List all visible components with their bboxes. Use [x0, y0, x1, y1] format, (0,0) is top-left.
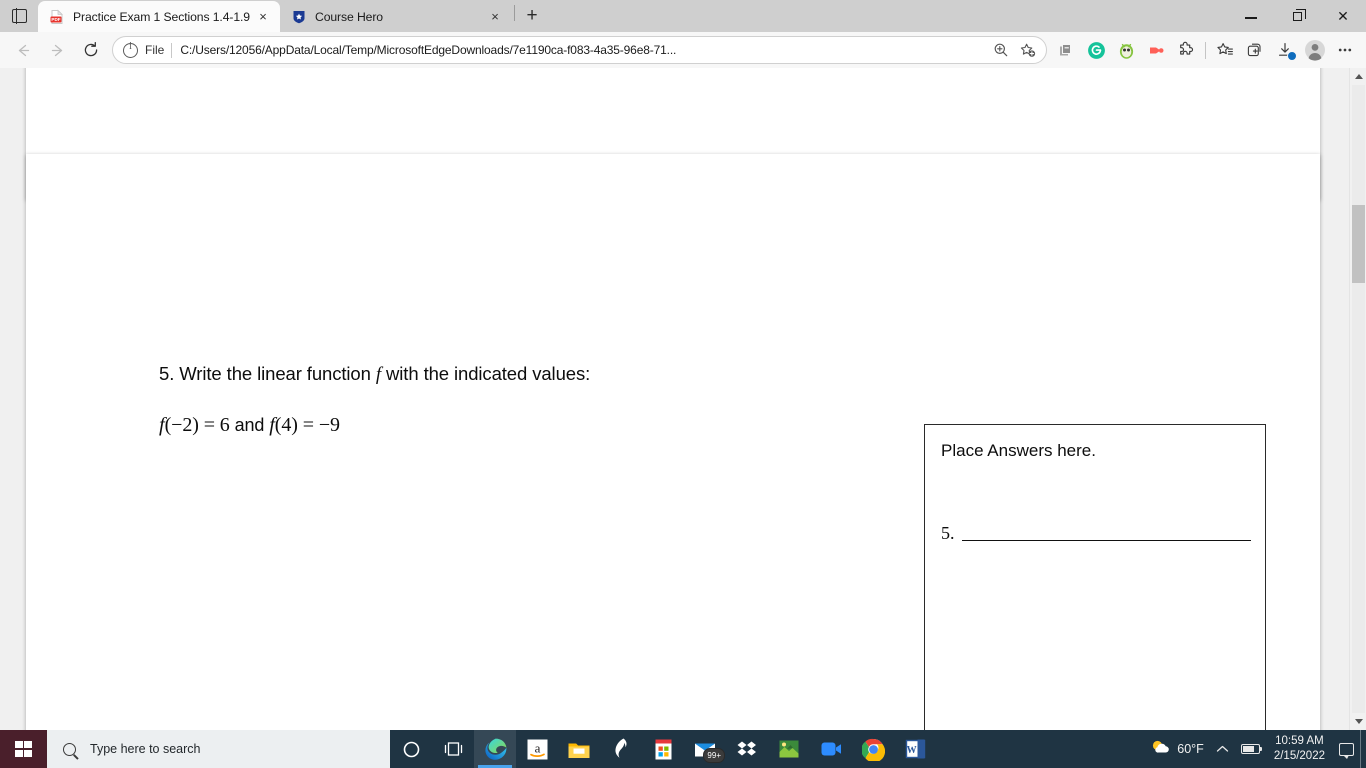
- equation-conjunction: and: [234, 415, 265, 435]
- weather-widget[interactable]: 60°F: [1144, 730, 1210, 768]
- cortana-icon[interactable]: [390, 730, 432, 768]
- close-button[interactable]: ✕: [1320, 0, 1366, 32]
- new-tab-button[interactable]: +: [517, 1, 547, 31]
- file-explorer-icon[interactable]: [558, 730, 600, 768]
- tab-title: Course Hero: [315, 9, 383, 24]
- tab-search-icon[interactable]: [0, 0, 38, 32]
- downloads-icon[interactable]: [1270, 35, 1300, 65]
- info-circle-icon[interactable]: [123, 41, 138, 58]
- grammarly-extension-icon[interactable]: [1081, 35, 1111, 65]
- pdf-viewer-content[interactable]: 5. Write the linear function f with the …: [0, 68, 1366, 730]
- pdf-page-current: 5. Write the linear function f with the …: [26, 154, 1320, 730]
- question-equation: f(−2) = 6 and f(4) = −9: [159, 414, 340, 437]
- course-hero-shield-icon: [291, 9, 307, 25]
- mail-icon[interactable]: 99+: [684, 730, 726, 768]
- tab-course-hero[interactable]: Course Hero ×: [280, 1, 512, 32]
- extension-play-icon[interactable]: [1141, 35, 1171, 65]
- photos-app-icon[interactable]: [768, 730, 810, 768]
- scrollbar-track[interactable]: [1352, 85, 1365, 713]
- lightning-app-icon[interactable]: [600, 730, 642, 768]
- tab-practice-exam[interactable]: PDF Practice Exam 1 Sections 1.4-1.9 ×: [38, 1, 280, 32]
- chrome-icon[interactable]: [852, 730, 894, 768]
- extension-avatar-icon[interactable]: [1111, 35, 1141, 65]
- amazon-icon[interactable]: a: [516, 730, 558, 768]
- task-view-icon[interactable]: [432, 730, 474, 768]
- tab-divider: [514, 5, 515, 21]
- tab-close-icon[interactable]: ×: [252, 6, 274, 28]
- collections-icon[interactable]: [1240, 35, 1270, 65]
- show-desktop-button[interactable]: [1360, 730, 1366, 768]
- weather-partly-sunny-icon: [1150, 738, 1171, 760]
- scroll-up-arrow[interactable]: [1350, 68, 1366, 85]
- pdf-file-icon: PDF: [49, 9, 65, 25]
- dropbox-icon[interactable]: [726, 730, 768, 768]
- system-tray: 60°F 10:59 AM 2/15/2022: [1144, 730, 1366, 768]
- answer-row-label: 5.: [941, 523, 955, 543]
- taskbar-search-input[interactable]: Type here to search: [47, 730, 390, 768]
- clock-date: 2/15/2022: [1273, 750, 1325, 762]
- scroll-thumb[interactable]: [1352, 205, 1365, 283]
- zoom-in-icon[interactable]: [988, 42, 1014, 58]
- weather-temperature: 60°F: [1177, 742, 1204, 756]
- word-icon[interactable]: W: [894, 730, 936, 768]
- reload-icon[interactable]: [74, 35, 108, 65]
- forward-arrow-icon[interactable]: [40, 35, 74, 65]
- add-favorite-star-icon[interactable]: [1014, 42, 1040, 59]
- back-arrow-icon[interactable]: [6, 35, 40, 65]
- windows-start-icon[interactable]: [0, 730, 47, 768]
- notification-icon[interactable]: [1333, 730, 1360, 768]
- question-prompt-after: with the indicated values:: [386, 363, 591, 384]
- taskbar-clock[interactable]: 10:59 AM 2/15/2022: [1266, 734, 1333, 763]
- battery-icon[interactable]: [1235, 730, 1266, 768]
- settings-more-icon[interactable]: [1330, 35, 1360, 65]
- scroll-down-arrow[interactable]: [1350, 713, 1366, 730]
- profile-avatar-icon[interactable]: [1300, 35, 1330, 65]
- svg-text:W: W: [906, 745, 916, 756]
- windows-taskbar: Type here to search a 99+ W 60°F 10:59 A…: [0, 730, 1366, 768]
- address-bar[interactable]: File C:/Users/12056/AppData/Local/Temp/M…: [112, 36, 1047, 64]
- minimize-button[interactable]: [1228, 0, 1274, 32]
- collections-stack-icon[interactable]: [1051, 35, 1081, 65]
- navigation-bar: File C:/Users/12056/AppData/Local/Temp/M…: [0, 32, 1366, 68]
- browser-window: PDF Practice Exam 1 Sections 1.4-1.9 × C…: [0, 0, 1366, 730]
- question-prompt-before: Write the linear function: [179, 363, 371, 384]
- search-icon: [63, 742, 76, 756]
- tray-expand-chevron[interactable]: [1210, 730, 1235, 768]
- answer-row-5: 5.: [941, 523, 1251, 544]
- microsoft-store-icon[interactable]: [642, 730, 684, 768]
- downloads-alert-badge: [1287, 51, 1297, 61]
- answer-blank-line[interactable]: [961, 540, 1251, 541]
- equation-eq1: = 6: [203, 414, 230, 436]
- equation-arg2: (4): [274, 414, 298, 436]
- extensions-puzzle-icon[interactable]: [1171, 35, 1201, 65]
- tab-title: Practice Exam 1 Sections 1.4-1.9: [73, 9, 250, 24]
- omnibox-divider: [171, 42, 173, 58]
- tab-close-icon[interactable]: ×: [484, 6, 506, 28]
- clock-time: 10:59 AM: [1275, 735, 1324, 748]
- toolbar-divider: [1205, 41, 1206, 59]
- scheme-label: File: [145, 43, 165, 57]
- svg-text:a: a: [534, 740, 540, 755]
- answer-box-title: Place Answers here.: [941, 441, 1096, 460]
- answer-box: Place Answers here. 5. 6.: [924, 424, 1266, 730]
- question-prompt: 5. Write the linear function f with the …: [159, 363, 590, 386]
- page-scrollbar[interactable]: [1349, 68, 1366, 730]
- tab-strip: PDF Practice Exam 1 Sections 1.4-1.9 × C…: [0, 0, 1366, 32]
- search-placeholder: Type here to search: [90, 742, 201, 756]
- svg-text:PDF: PDF: [51, 17, 60, 22]
- question-number: 5.: [159, 363, 175, 384]
- equation-arg1: (−2): [164, 414, 199, 436]
- edge-icon[interactable]: [474, 730, 516, 768]
- zoom-app-icon[interactable]: [810, 730, 852, 768]
- favorites-star-icon[interactable]: [1210, 35, 1240, 65]
- restore-button[interactable]: [1274, 0, 1320, 32]
- question-function-symbol: f: [375, 364, 381, 385]
- window-controls: ✕: [1228, 0, 1366, 32]
- url-text: C:/Users/12056/AppData/Local/Temp/Micros…: [180, 43, 677, 57]
- mail-unread-badge: 99+: [703, 748, 725, 763]
- equation-eq2: = −9: [302, 414, 340, 436]
